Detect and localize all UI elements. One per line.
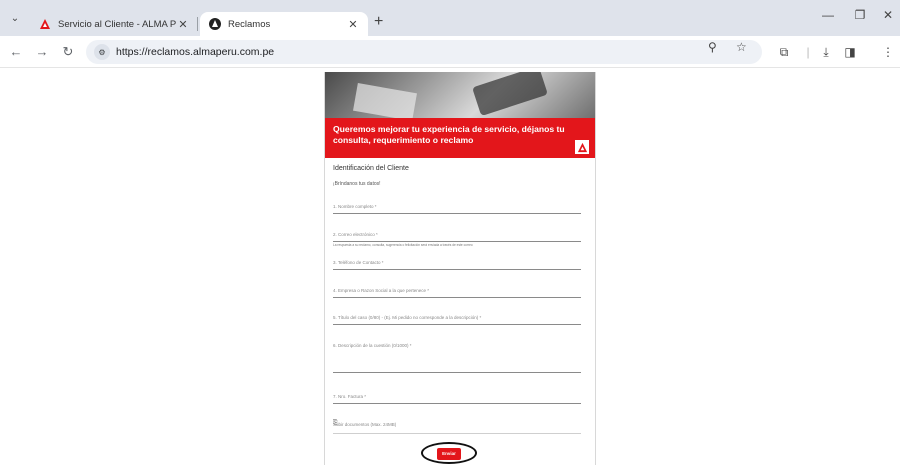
upload-documents[interactable]: Subir documentos (Max. 24MB) ⎘ [333,418,581,434]
field-label: 4. Empresa o Razon Social a la que perte… [333,288,430,293]
close-icon[interactable]: ✕ [176,18,190,31]
zoom-icon[interactable]: ⚲ [708,40,717,54]
correo-hint: La respuesta a su reclamo, consulta, sug… [333,243,473,247]
angular-icon [208,17,222,31]
correo-field[interactable]: 2. Correo electrónico * [333,230,581,242]
browser-toolbar: ← → ↻ ⚙ https://reclamos.almaperu.com.pe… [0,36,900,68]
form-banner: Queremos mejorar tu experiencia de servi… [325,118,595,158]
side-panel-icon[interactable]: ◨ [842,45,858,59]
tab-servicio-al-cliente[interactable]: Servicio al Cliente - ALMA Perú ✕ [30,12,198,36]
reclamos-form: Queremos mejorar tu experiencia de servi… [324,72,596,465]
alma-logo-icon [575,140,589,154]
field-label: 6. Descripción de la cuestión (0/1000) * [333,343,412,348]
tab-label: Servicio al Cliente - ALMA Perú [58,18,176,30]
field-label: 5. Título del caso (0/80) - (Ej. Mi pedi… [333,315,482,320]
field-label: 7. Nro. Factura * [333,394,367,399]
descripcion-textarea[interactable]: 6. Descripción de la cuestión (0/1000) * [333,341,581,373]
alma-logo-icon [38,17,52,31]
address-bar[interactable]: ⚙ https://reclamos.almaperu.com.pe [86,40,762,64]
tab-search-chevron-icon[interactable]: ⌄ [6,10,24,28]
factura-field[interactable]: 7. Nro. Factura * [333,392,581,404]
close-icon[interactable]: ✕ [346,18,360,31]
enviar-button[interactable]: Enviar [437,448,461,460]
empresa-field[interactable]: 4. Empresa o Razon Social a la que perte… [333,286,581,298]
tab-strip: ⌄ Servicio al Cliente - ALMA Perú ✕ Recl… [0,0,900,36]
tab-reclamos[interactable]: Reclamos ✕ [200,12,368,36]
hero-image [325,72,595,118]
back-arrow-icon[interactable]: ← [8,44,24,59]
menu-kebab-icon[interactable]: ⋮ [880,45,896,59]
field-label: 2. Correo electrónico * [333,232,378,237]
tab-label: Reclamos [228,18,271,30]
submit-highlight-circle: Enviar [421,442,477,464]
titulo-caso-field[interactable]: 5. Título del caso (0/80) - (Ej. Mi pedi… [333,313,581,325]
restore-icon[interactable]: ❐ [848,8,872,22]
banner-text: Queremos mejorar tu experiencia de servi… [333,124,565,145]
field-label: 1. Nombre completo * [333,204,377,209]
forward-arrow-icon[interactable]: → [34,44,50,59]
telefono-field[interactable]: 3. Teléfono de Contacto * [333,258,581,270]
section-subtitle: ¡Bríndanos tus datos! [333,181,381,187]
extensions-icon[interactable]: ⧉ [776,45,792,60]
reload-icon[interactable]: ↻ [60,44,76,60]
download-icon[interactable]: ⤓ [818,45,834,60]
site-info-icon[interactable]: ⚙ [94,44,110,60]
url-text: https://reclamos.almaperu.com.pe [116,46,275,58]
nombre-field[interactable]: 1. Nombre completo * [333,202,581,214]
paperclip-icon[interactable]: ⎘ [333,420,581,427]
field-label: 3. Teléfono de Contacto * [333,260,384,265]
minimize-icon[interactable]: — [816,8,840,22]
section-title: Identificación del Cliente [333,165,409,172]
window-close-icon[interactable]: ✕ [876,8,900,22]
toolbar-divider: | [806,45,810,59]
bookmark-star-icon[interactable]: ☆ [736,40,747,54]
new-tab-plus-icon[interactable]: + [374,13,383,31]
